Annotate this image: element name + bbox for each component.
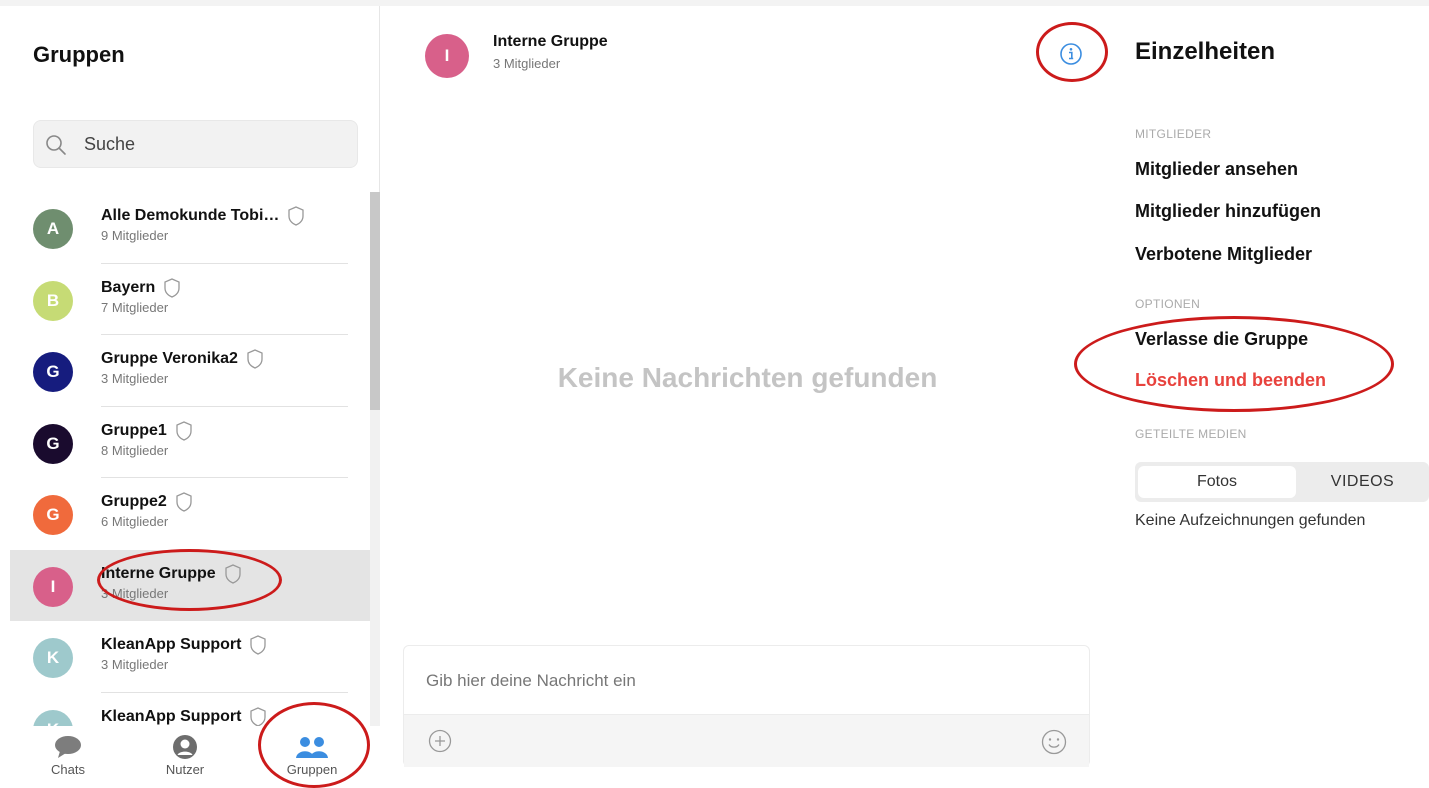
composer-toolbar [404, 714, 1089, 767]
empty-messages-text: Keine Nachrichten gefunden [557, 362, 938, 393]
add-attachment-icon[interactable] [428, 729, 452, 753]
chat-members-count: 3 Mitglieder [493, 56, 561, 71]
shield-icon [176, 492, 192, 512]
delete-and-exit-button[interactable]: Löschen und beenden [1135, 370, 1326, 391]
group-list-item[interactable]: B Bayern 7 Mitglieder [10, 264, 370, 335]
info-icon[interactable] [1059, 42, 1083, 66]
group-name: KleanApp Support [101, 707, 242, 725]
group-list: A Alle Demokunde Tobi… 9 Mitglieder B Ba… [10, 192, 370, 726]
groups-sidebar: Gruppen A Alle Demokunde Tobi… 9 Mitglie… [10, 6, 380, 788]
shield-icon [288, 206, 305, 226]
message-composer [403, 645, 1090, 767]
search-icon [46, 135, 66, 155]
search-input[interactable] [84, 129, 344, 159]
bottom-nav: Chats Nutzer Gruppen [10, 726, 380, 788]
group-name-row: Interne Gruppe [101, 563, 242, 584]
group-name: Alle Demokunde Tobi… [101, 207, 280, 224]
group-name-row: KleanApp Support [101, 706, 267, 726]
groups-icon [296, 737, 328, 758]
tab-photos[interactable]: Fotos [1138, 466, 1296, 498]
group-members-count: 6 Mitglieder [101, 514, 169, 529]
options-section-label: OPTIONEN [1135, 297, 1201, 311]
group-name-row: Gruppe Veronika2 [101, 349, 264, 369]
group-members-count: 3 Mitglieder [101, 585, 169, 601]
shield-icon [247, 349, 263, 369]
group-name-row: Alle Demokunde Tobi… [101, 206, 305, 226]
group-name: Gruppe Veronika2 [101, 350, 238, 367]
avatar: G [33, 352, 73, 392]
avatar: K [33, 709, 73, 726]
group-list-item[interactable]: K KleanApp Support 3 Mitglieder [10, 621, 370, 693]
shield-icon [250, 635, 267, 655]
chat-bubble-icon [55, 736, 81, 758]
avatar: G [33, 495, 73, 535]
avatar: I [33, 566, 73, 607]
shield-icon [225, 563, 241, 584]
avatar: K [33, 638, 73, 678]
group-name-row: KleanApp Support [101, 635, 267, 655]
scrollbar-thumb[interactable] [370, 192, 380, 410]
message-input[interactable] [426, 666, 1066, 696]
chat-avatar: I [425, 34, 469, 78]
group-list-item[interactable]: G Gruppe2 6 Mitglieder [10, 478, 370, 550]
group-members-count: 3 Mitglieder [101, 371, 169, 386]
group-name: Gruppe2 [101, 493, 167, 510]
avatar: B [33, 280, 73, 321]
media-tabs: Fotos VIDEOS [1135, 462, 1429, 502]
group-members-count: 8 Mitglieder [101, 442, 169, 458]
shield-icon [250, 706, 267, 726]
shared-media-section-label: GETEILTE MEDIEN [1135, 427, 1247, 441]
emoji-icon[interactable] [1041, 729, 1067, 755]
details-title: Einzelheiten [1135, 38, 1276, 65]
group-list-item-active[interactable]: I Interne Gruppe 3 Mitglieder [10, 549, 370, 621]
user-icon [173, 735, 197, 759]
group-name-row: Bayern [101, 277, 181, 298]
group-list-item[interactable]: G Gruppe1 8 Mitglieder [10, 407, 370, 478]
group-name-row: Gruppe2 [101, 492, 193, 512]
group-name-row: Gruppe1 [101, 420, 193, 441]
group-name: Bayern [101, 278, 156, 296]
add-members-link[interactable]: Mitglieder hinzufügen [1135, 201, 1321, 222]
group-members-count: 9 Mitglieder [101, 228, 169, 243]
no-records-text: Keine Aufzeichnungen gefunden [1135, 512, 1366, 529]
nav-groups[interactable]: Gruppen [272, 734, 352, 777]
avatar: G [33, 423, 73, 464]
search-box[interactable] [33, 120, 358, 168]
group-name: Gruppe1 [101, 421, 167, 439]
group-name: Interne Gruppe [101, 564, 216, 582]
shield-icon [164, 277, 180, 298]
group-members-count: 7 Mitglieder [101, 299, 169, 315]
nav-chats-label: Chats [51, 762, 85, 777]
group-list-item[interactable]: K KleanApp Support [10, 693, 370, 726]
nav-groups-label: Gruppen [286, 762, 338, 777]
banned-members-link[interactable]: Verbotene Mitglieder [1135, 244, 1312, 265]
shield-icon [176, 420, 192, 441]
nav-chats[interactable]: Chats [28, 734, 108, 777]
group-list-item[interactable]: A Alle Demokunde Tobi… 9 Mitglieder [10, 192, 370, 264]
tab-videos[interactable]: VIDEOS [1296, 466, 1429, 498]
chat-title: Interne Gruppe [493, 33, 608, 50]
group-name: KleanApp Support [101, 636, 242, 653]
group-list-item[interactable]: G Gruppe Veronika2 3 Mitglieder [10, 335, 370, 407]
members-section-label: MITGLIEDER [1135, 127, 1212, 141]
view-members-link[interactable]: Mitglieder ansehen [1135, 159, 1298, 180]
avatar: A [33, 209, 73, 249]
sidebar-title: Gruppen [33, 42, 125, 67]
group-members-count: 3 Mitglieder [101, 657, 169, 672]
nav-users[interactable]: Nutzer [145, 734, 225, 777]
leave-group-button[interactable]: Verlasse die Gruppe [1135, 329, 1308, 350]
nav-users-label: Nutzer [165, 762, 205, 777]
